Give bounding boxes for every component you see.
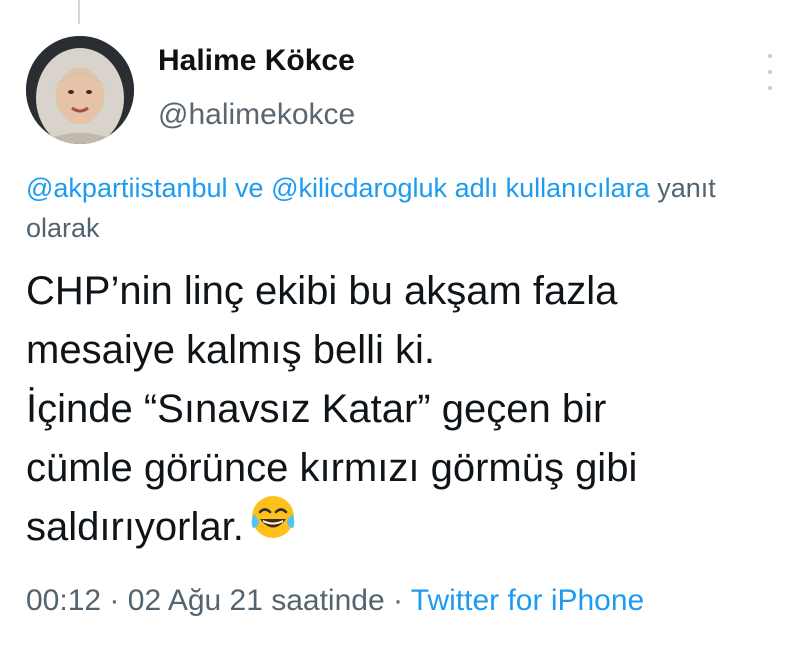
meta-separator: ·: [393, 584, 403, 617]
avatar-image: [26, 36, 134, 144]
tweet-time[interactable]: 00:12: [26, 584, 101, 617]
tweet-header: Halime Kökce @halimekokce: [26, 36, 780, 144]
avatar[interactable]: [26, 36, 134, 144]
tweet-date[interactable]: 02 Ağu 21 saatinde: [128, 584, 385, 617]
tweet-text: CHP’nin linç ekibi bu akşam fazla mesaiy…: [26, 262, 786, 561]
mention-kilicdarogluk[interactable]: @kilicdarogluk: [271, 173, 447, 203]
reply-connector[interactable]: ve: [235, 173, 264, 203]
face-with-tears-of-joy-icon: [250, 494, 296, 557]
tweet-text-line: İçinde “Sınavsız Katar” geçen bir: [26, 387, 607, 431]
reply-context: @akpartiistanbul ve @kilicdarogluk adlı …: [26, 168, 766, 248]
thread-connector-line: [78, 0, 80, 24]
tweet-text-line: mesaiye kalmış belli ki.: [26, 328, 436, 372]
tweet-meta: 00:12 · 02 Ağu 21 saatinde · Twitter for…: [26, 584, 644, 618]
tweet-text-line: CHP’nin linç ekibi bu akşam fazla: [26, 269, 618, 313]
meta-separator: ·: [109, 584, 120, 617]
mention-akpartiistanbul[interactable]: @akpartiistanbul: [26, 173, 228, 203]
tweet-text-last-line: saldırıyorlar.: [26, 496, 786, 561]
reply-users-link[interactable]: adlı kullanıcılara: [455, 173, 650, 203]
more-options-icon[interactable]: [764, 54, 776, 90]
tweet-text-line: saldırıyorlar.: [26, 505, 244, 550]
tweet-source-link[interactable]: Twitter for iPhone: [411, 584, 644, 617]
author-name[interactable]: Halime Kökce: [158, 44, 355, 78]
author-handle[interactable]: @halimekokce: [158, 98, 355, 132]
tweet-text-line: cümle görünce kırmızı görmüş gibi: [26, 446, 638, 490]
